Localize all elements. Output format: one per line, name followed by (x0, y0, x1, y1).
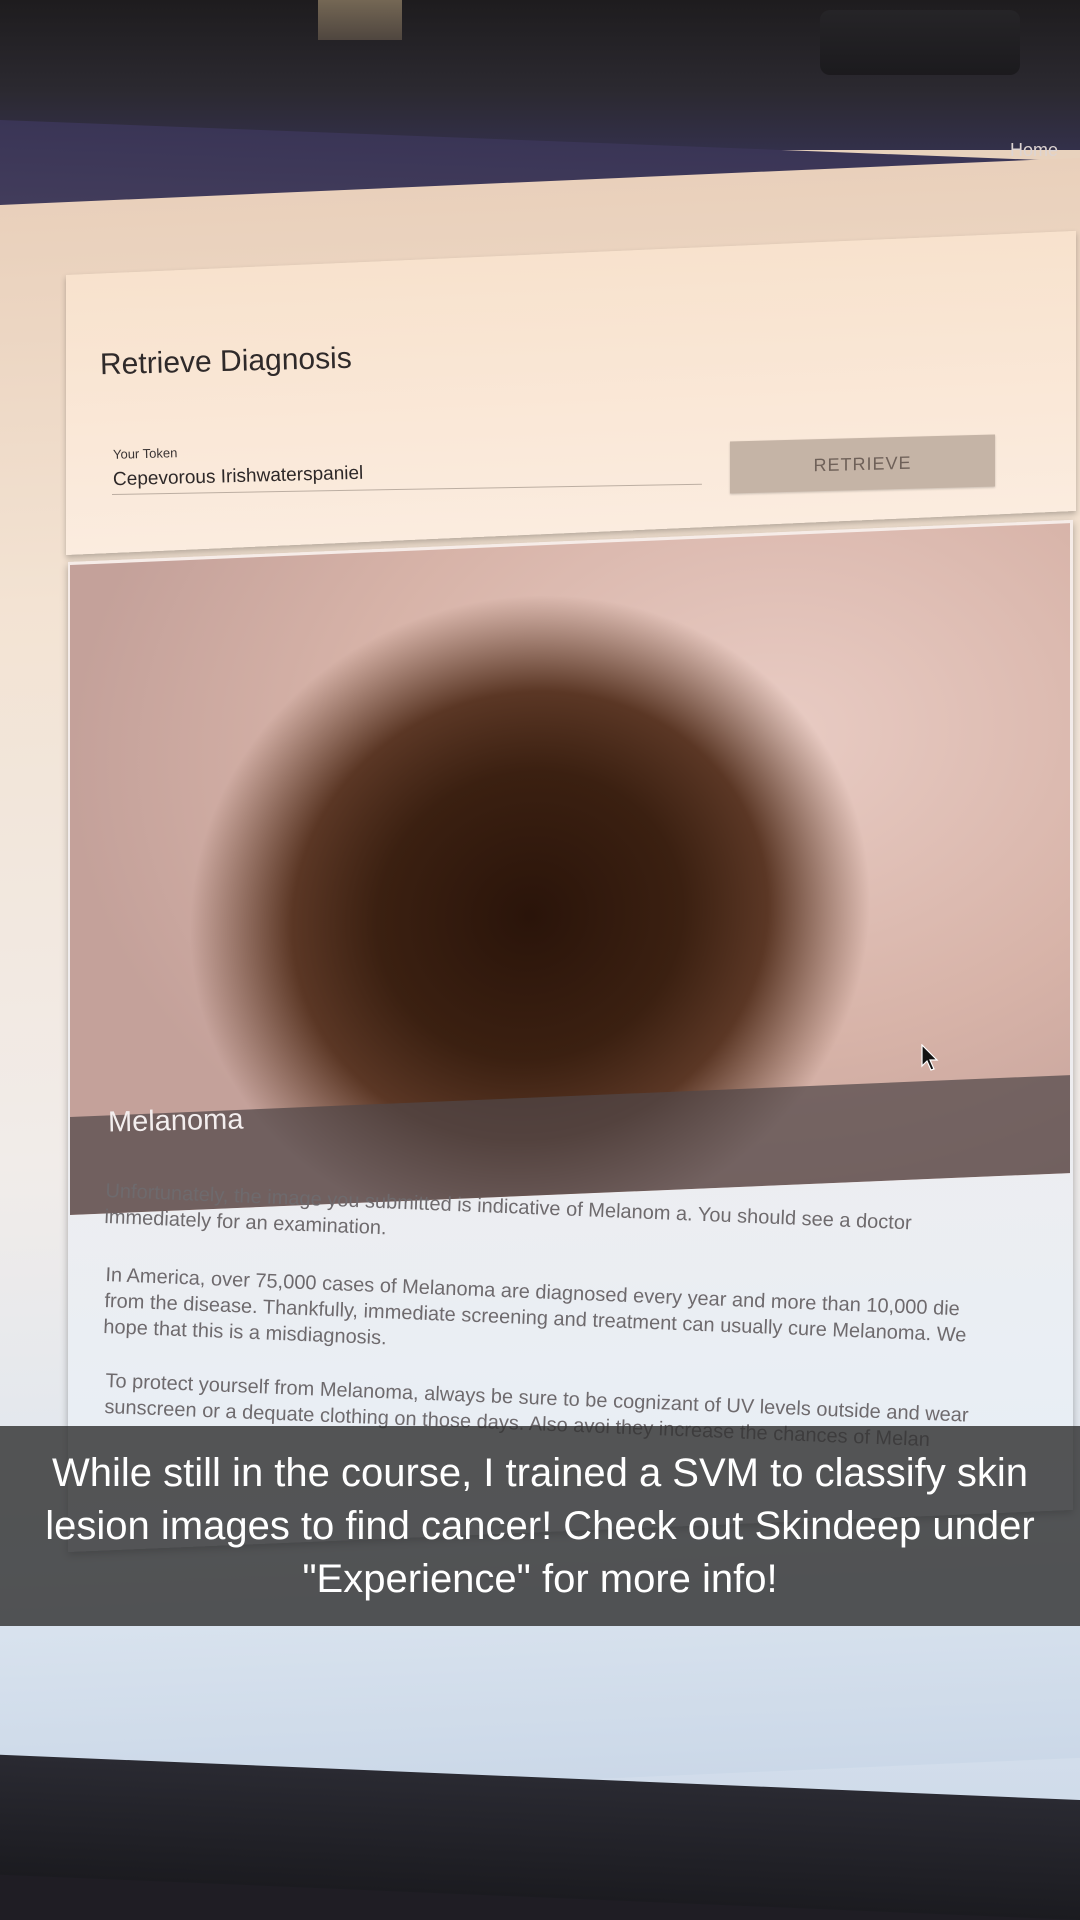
caption-bar: While still in the course, I trained a S… (0, 1426, 1080, 1626)
caption-text: While still in the course, I trained a S… (45, 1450, 1035, 1601)
mouse-cursor-icon (921, 1044, 939, 1071)
nav-home-link[interactable]: Home (1010, 140, 1058, 161)
bezel-glare (318, 0, 402, 40)
card-title: Retrieve Diagnosis (99, 341, 353, 382)
retrieve-card (66, 230, 1076, 555)
token-field-label: Your Token (112, 445, 178, 462)
retrieve-button[interactable]: RETRIEVE (730, 434, 995, 494)
photo-of-monitor: Home Retrieve Diagnosis Your Token Cepev… (0, 0, 1080, 1920)
diagnosis-title: Melanoma (107, 1103, 244, 1139)
webcam-object (820, 10, 1020, 75)
